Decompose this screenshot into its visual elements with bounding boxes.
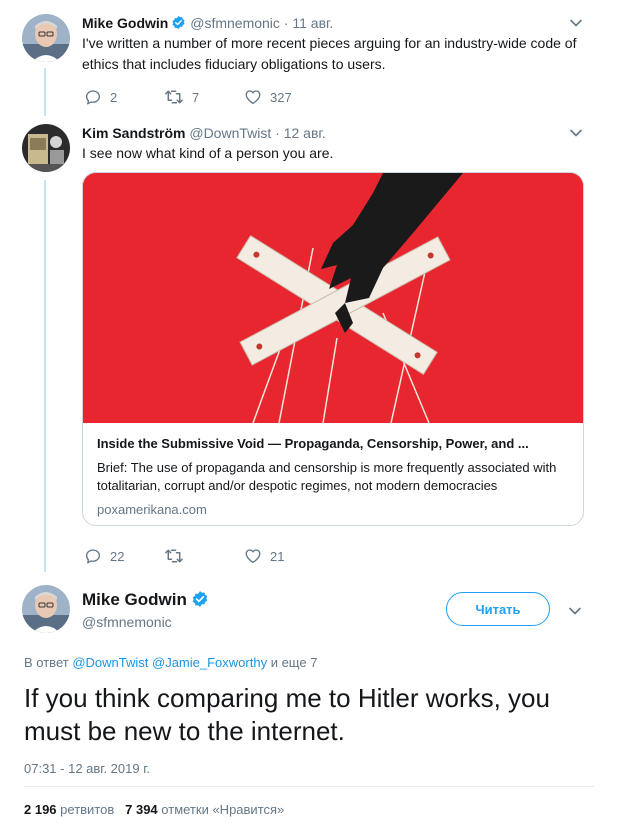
reply-icon bbox=[84, 547, 102, 565]
tweet-date[interactable]: 11 авг. bbox=[292, 15, 333, 31]
reply-button[interactable]: 2 bbox=[84, 88, 164, 106]
main-tweet-text: If you think comparing me to Hitler work… bbox=[24, 683, 550, 746]
retweet-button[interactable]: 7 bbox=[164, 88, 244, 106]
avatar[interactable] bbox=[22, 124, 70, 172]
reply-context: В ответ @DownTwist @Jamie_Foxworthy и ещ… bbox=[24, 655, 317, 670]
chevron-down-icon[interactable] bbox=[568, 604, 582, 618]
link-card[interactable]: Inside the Submissive Void — Propaganda,… bbox=[82, 172, 584, 526]
tweet-text: I see now what kind of a person you are. bbox=[82, 145, 334, 161]
main-author-handle[interactable]: @sfmnemonic bbox=[82, 614, 172, 630]
retweet-total[interactable]: 2 196 bbox=[24, 802, 57, 817]
author-handle[interactable]: @sfmnemonic bbox=[190, 15, 280, 31]
like-icon bbox=[244, 547, 262, 565]
retweet-total-label[interactable]: ретвитов bbox=[60, 802, 114, 817]
chevron-down-icon[interactable] bbox=[569, 16, 583, 30]
tweet-1[interactable]: Mike Godwin @sfmnemonic · 11 авг. I've w… bbox=[0, 14, 617, 114]
reply-user-link[interactable]: @Jamie_Foxworthy bbox=[152, 655, 267, 670]
tweet-stats: 2 196 ретвитов 7 394 отметки «Нравится» bbox=[24, 802, 284, 817]
author-name[interactable]: Kim Sandström bbox=[82, 125, 185, 141]
like-total[interactable]: 7 394 bbox=[125, 802, 158, 817]
like-button[interactable]: 327 bbox=[244, 88, 324, 106]
tweet-text: I've written a number of more recent pie… bbox=[82, 35, 577, 72]
reply-icon bbox=[84, 88, 102, 106]
like-total-label[interactable]: отметки «Нравится» bbox=[161, 802, 284, 817]
author-name[interactable]: Mike Godwin bbox=[82, 590, 187, 609]
follow-button[interactable]: Читать bbox=[446, 592, 550, 626]
separator-dot: · bbox=[283, 15, 289, 31]
tweet-actions: 2 7 327 bbox=[84, 86, 324, 108]
retweet-count: 7 bbox=[192, 89, 200, 105]
card-domain[interactable]: poxamerikana.com bbox=[97, 501, 571, 519]
like-count: 327 bbox=[270, 89, 292, 105]
verified-icon bbox=[171, 15, 186, 34]
retweet-icon bbox=[164, 88, 184, 106]
author-handle[interactable]: @DownTwist bbox=[189, 125, 271, 141]
divider bbox=[24, 786, 594, 787]
reply-button[interactable]: 22 bbox=[84, 547, 164, 565]
avatar[interactable] bbox=[22, 585, 70, 633]
card-description: Brief: The use of propaganda and censors… bbox=[97, 460, 557, 493]
tweet-actions: 22 21 bbox=[84, 545, 324, 567]
reply-prefix: В ответ bbox=[24, 655, 69, 670]
tweet-date[interactable]: 12 авг. bbox=[284, 125, 326, 141]
card-title[interactable]: Inside the Submissive Void — Propaganda,… bbox=[97, 435, 571, 453]
card-body: Inside the Submissive Void — Propaganda,… bbox=[97, 435, 571, 519]
chevron-down-icon[interactable] bbox=[569, 126, 583, 140]
author-name[interactable]: Mike Godwin bbox=[82, 15, 168, 31]
reply-count: 2 bbox=[110, 89, 118, 105]
like-count: 21 bbox=[270, 548, 285, 564]
main-tweet-timestamp[interactable]: 07:31 - 12 авг. 2019 г. bbox=[24, 761, 150, 776]
retweet-button[interactable] bbox=[164, 547, 244, 565]
retweet-icon bbox=[164, 547, 184, 565]
main-author-name[interactable]: Mike Godwin bbox=[82, 589, 209, 614]
reply-count: 22 bbox=[110, 548, 125, 564]
avatar[interactable] bbox=[22, 14, 70, 62]
tweet-header: Kim Sandström @DownTwist · 12 авг. bbox=[82, 124, 326, 142]
reply-suffix[interactable]: и еще 7 bbox=[271, 655, 318, 670]
card-image[interactable] bbox=[83, 173, 583, 423]
like-icon bbox=[244, 88, 262, 106]
like-button[interactable]: 21 bbox=[244, 547, 324, 565]
separator-dot: · bbox=[275, 125, 280, 141]
reply-user-link[interactable]: @DownTwist bbox=[72, 655, 148, 670]
verified-icon bbox=[191, 590, 209, 614]
tweet-header: Mike Godwin @sfmnemonic · 11 авг. bbox=[82, 14, 333, 34]
